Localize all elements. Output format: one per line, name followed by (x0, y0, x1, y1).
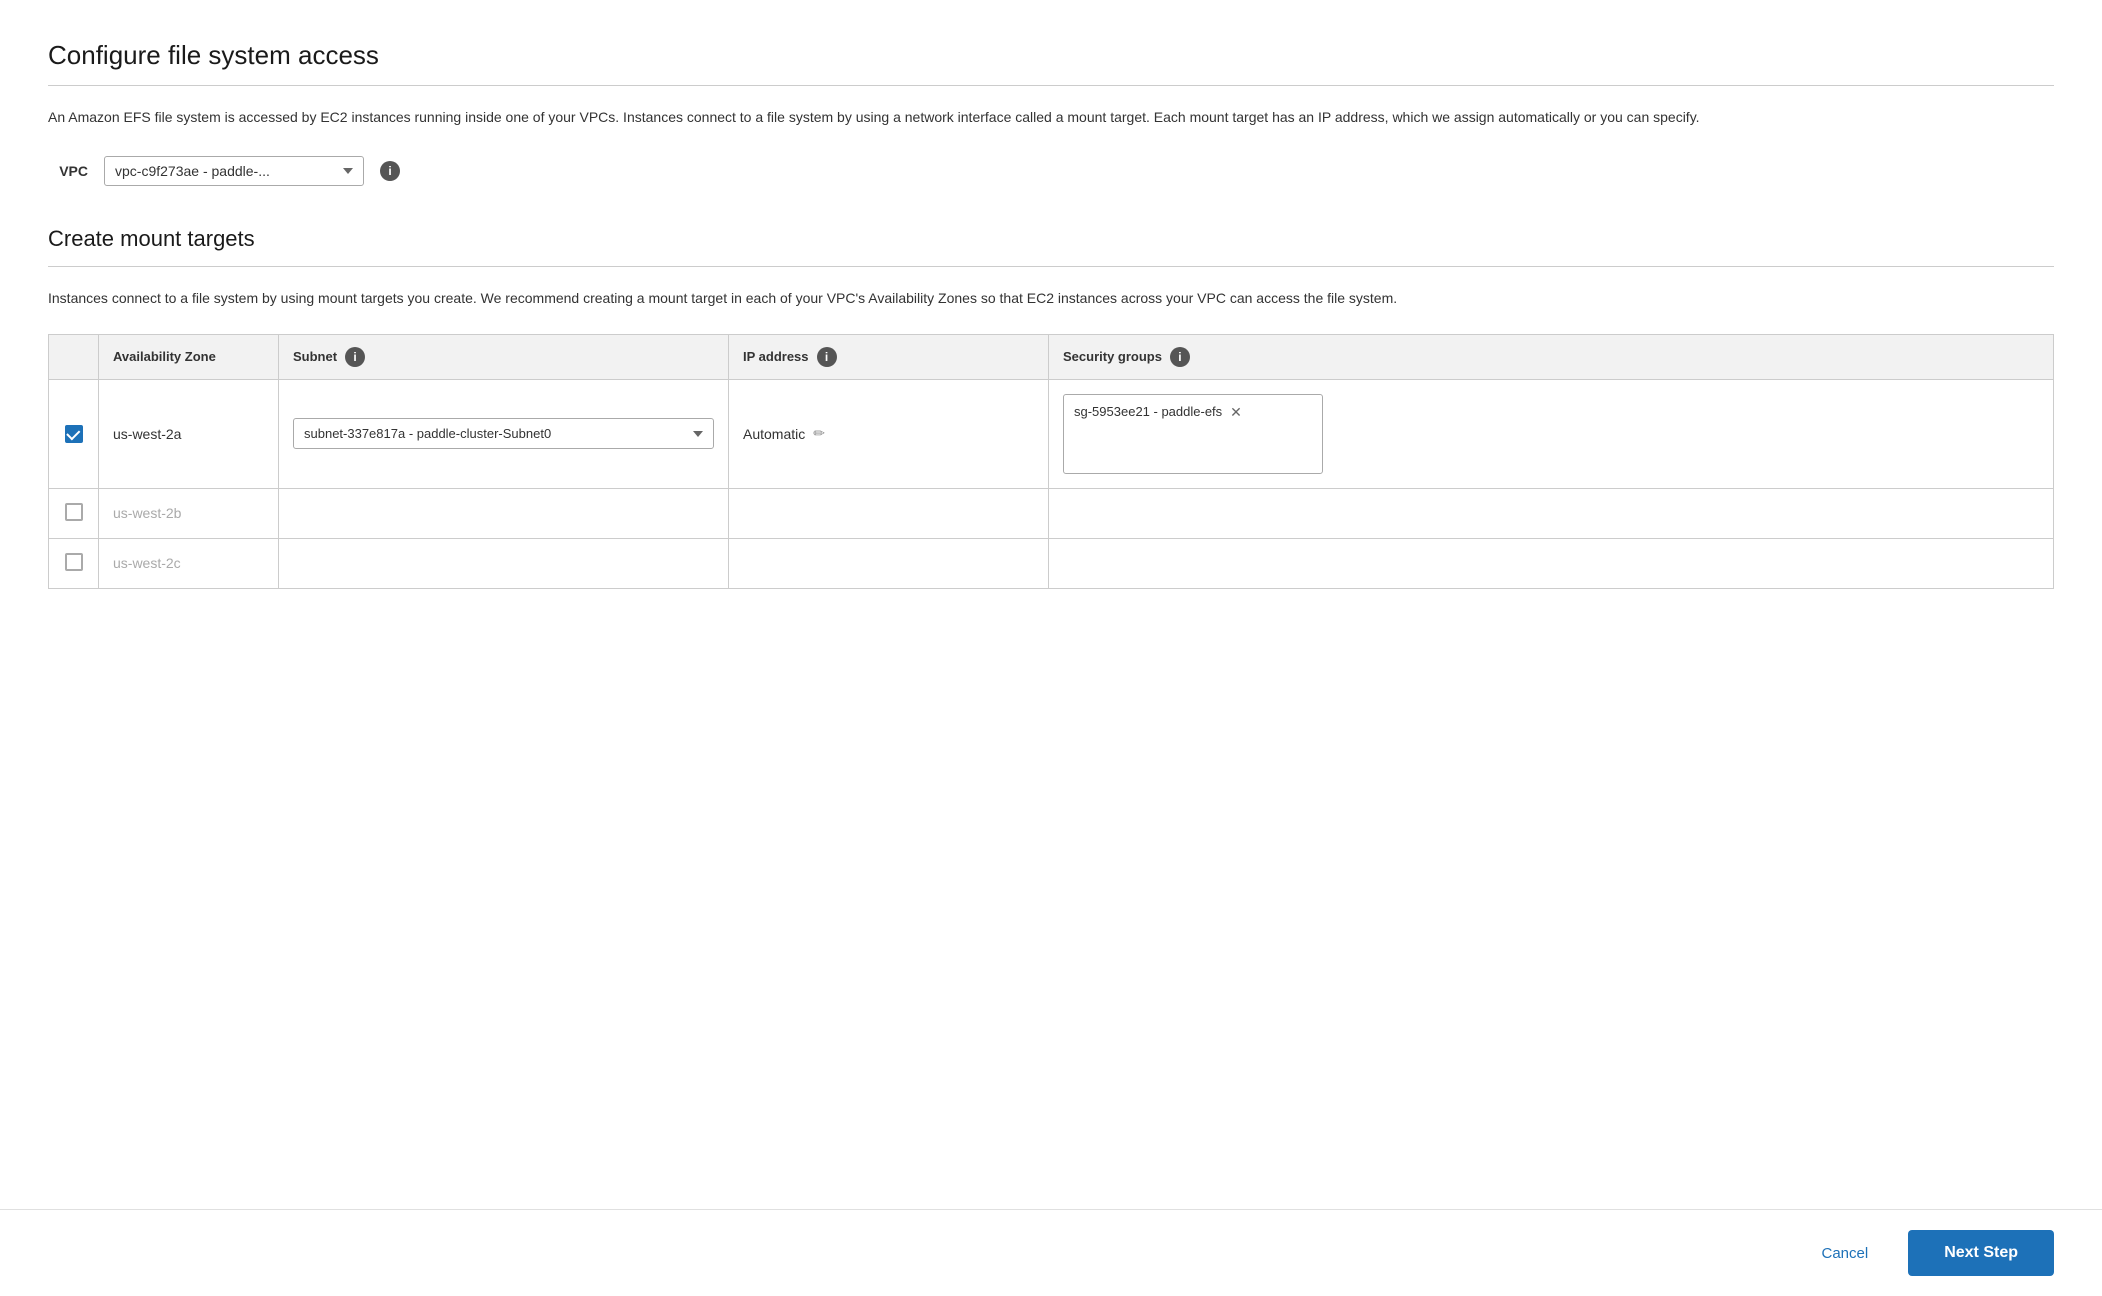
row3-az: us-west-2c (99, 538, 279, 588)
row1-ip: Automatic ✏ (729, 379, 1049, 488)
row3-checkbox[interactable] (65, 553, 83, 571)
table-body: us-west-2a subnet-337e817a - paddle-clus… (49, 379, 2054, 588)
table-header: Availability Zone Subnet i IP address i … (49, 334, 2054, 379)
ip-info-icon[interactable]: i (817, 347, 837, 367)
next-step-button[interactable]: Next Step (1908, 1230, 2054, 1276)
row1-subnet-select[interactable]: subnet-337e817a - paddle-cluster-Subnet0 (293, 418, 714, 449)
col-header-subnet: Subnet i (279, 334, 729, 379)
row1-checkbox[interactable] (65, 425, 83, 443)
row1-sg: sg-5953ee21 - paddle-efs ✕ (1049, 379, 2054, 488)
row2-checkbox[interactable] (65, 503, 83, 521)
row3-checkbox-cell (49, 538, 99, 588)
row2-ip (729, 488, 1049, 538)
table-row: us-west-2a subnet-337e817a - paddle-clus… (49, 379, 2054, 488)
section-title: Create mount targets (48, 226, 2054, 252)
row3-sg (1049, 538, 2054, 588)
vpc-row: VPC vpc-c9f273ae - paddle-... i (48, 156, 2054, 186)
row1-sg-remove[interactable]: ✕ (1230, 403, 1242, 423)
col-header-sg: Security groups i (1049, 334, 2054, 379)
row2-subnet (279, 488, 729, 538)
page-title: Configure file system access (48, 40, 2054, 71)
col-header-checkbox (49, 334, 99, 379)
row2-sg (1049, 488, 2054, 538)
page-description: An Amazon EFS file system is accessed by… (48, 106, 1948, 128)
vpc-info-icon[interactable]: i (380, 161, 400, 181)
row1-subnet: subnet-337e817a - paddle-cluster-Subnet0 (279, 379, 729, 488)
section-description: Instances connect to a file system by us… (48, 287, 1448, 309)
table-row: us-west-2c (49, 538, 2054, 588)
row1-checkbox-cell (49, 379, 99, 488)
row3-subnet (279, 538, 729, 588)
section-divider (48, 266, 2054, 267)
row2-checkbox-cell (49, 488, 99, 538)
row2-az: us-west-2b (99, 488, 279, 538)
row1-sg-box: sg-5953ee21 - paddle-efs ✕ (1063, 394, 1323, 474)
row1-sg-tag: sg-5953ee21 - paddle-efs ✕ (1074, 403, 1242, 423)
row1-ip-edit-icon[interactable]: ✏ (813, 425, 825, 442)
vpc-label: VPC (48, 163, 88, 179)
footer: Cancel Next Step (0, 1209, 2102, 1296)
row1-az: us-west-2a (99, 379, 279, 488)
col-header-ip: IP address i (729, 334, 1049, 379)
vpc-select[interactable]: vpc-c9f273ae - paddle-... (104, 156, 364, 186)
subnet-info-icon[interactable]: i (345, 347, 365, 367)
cancel-button[interactable]: Cancel (1806, 1235, 1885, 1272)
mount-targets-table: Availability Zone Subnet i IP address i … (48, 334, 2054, 589)
col-header-az: Availability Zone (99, 334, 279, 379)
sg-info-icon[interactable]: i (1170, 347, 1190, 367)
table-row: us-west-2b (49, 488, 2054, 538)
row3-ip (729, 538, 1049, 588)
title-divider (48, 85, 2054, 86)
